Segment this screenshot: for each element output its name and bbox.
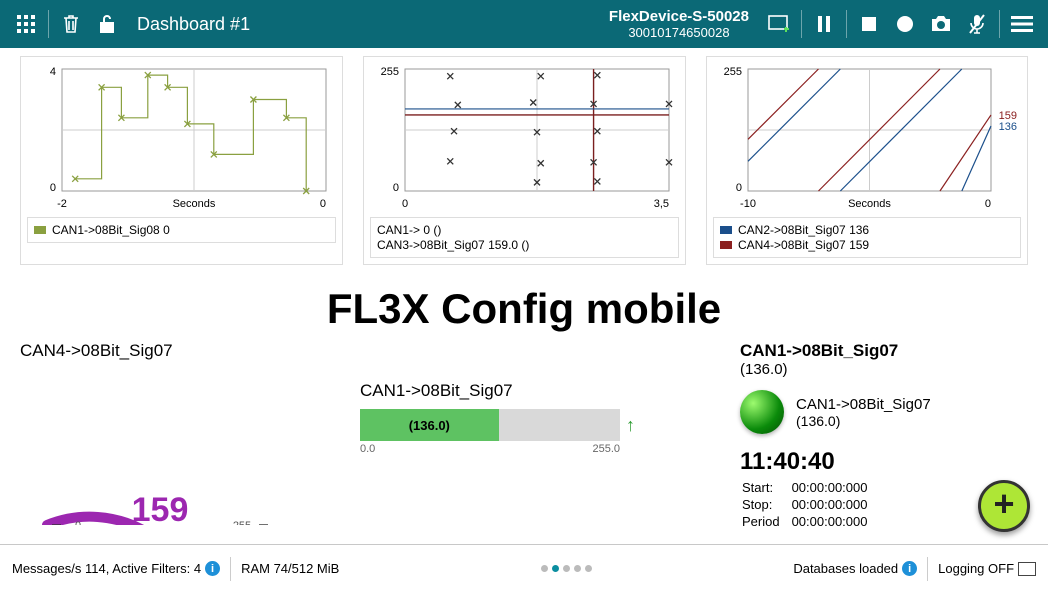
lock-open-icon[interactable]	[89, 6, 125, 42]
bar-fill: (136.0)	[360, 409, 499, 441]
status-ram: RAM 74/512 MiB	[241, 561, 339, 576]
svg-text:4: 4	[50, 66, 56, 78]
time-row-val: 00:00:00:000	[792, 514, 878, 529]
charts-row: 40-20Seconds CAN1->08Bit_Sig08 0 255003,…	[0, 48, 1048, 265]
svg-text:0: 0	[50, 182, 56, 194]
add-button[interactable]: +	[978, 480, 1030, 532]
pause-icon[interactable]	[806, 6, 842, 42]
info-icon[interactable]: i	[902, 561, 917, 576]
dashboard-title: Dashboard #1	[137, 14, 250, 35]
clock-time: 11:40:40	[740, 448, 1028, 476]
gauge-widget[interactable]: CAN4->08Bit_Sig07 0285785113142170198227…	[20, 341, 340, 531]
legend-text: CAN3->08Bit_Sig07 159.0 ()	[377, 238, 529, 252]
monitor-icon[interactable]	[1018, 562, 1036, 576]
svg-text:0: 0	[985, 198, 991, 210]
device-id: 30010174650028	[609, 25, 749, 40]
time-row-key: Start:	[742, 480, 790, 495]
bar-value: (136.0)	[409, 418, 450, 433]
legend-text: CAN1->08Bit_Sig08 0	[52, 223, 170, 237]
signal-value: (136.0)	[740, 361, 1028, 378]
time-row-val: 00:00:00:000	[792, 480, 878, 495]
main-area: 40-20Seconds CAN1->08Bit_Sig08 0 255003,…	[0, 48, 1048, 544]
svg-text:3,5: 3,5	[654, 198, 669, 210]
trash-icon[interactable]	[53, 6, 89, 42]
time-table: Start:00:00:00:000 Stop:00:00:00:000 Per…	[740, 478, 879, 531]
bar-widget[interactable]: CAN1->08Bit_Sig07 (136.0) ↑ 0.0 255.0	[360, 381, 720, 531]
status-logging: Logging OFF	[938, 561, 1014, 576]
time-row-key: Stop:	[742, 497, 790, 512]
svg-text:0: 0	[736, 182, 742, 194]
chart-lines[interactable]: 2550-100Seconds159136 CAN2->08Bit_Sig07 …	[706, 56, 1028, 265]
menu-icon[interactable]	[1004, 6, 1040, 42]
legend-text: CAN4->08Bit_Sig07 159	[738, 238, 869, 252]
status-db: Databases loaded	[793, 561, 898, 576]
time-row-key: Period	[742, 514, 790, 529]
top-bar: Dashboard #1 FlexDevice-S-50028 30010174…	[0, 0, 1048, 48]
chart-step[interactable]: 40-20Seconds CAN1->08Bit_Sig08 0	[20, 56, 343, 265]
stop-icon[interactable]	[851, 6, 887, 42]
bar-label: CAN1->08Bit_Sig07	[360, 381, 720, 401]
monitor-add-icon[interactable]	[761, 6, 797, 42]
svg-text:0: 0	[75, 520, 81, 525]
chart-lines-legend: CAN2->08Bit_Sig07 136 CAN4->08Bit_Sig07 …	[713, 217, 1021, 258]
arrow-up-icon: ↑	[626, 415, 635, 436]
page-dots[interactable]	[541, 565, 592, 572]
device-name: FlexDevice-S-50028	[609, 8, 749, 25]
signal-name: CAN1->08Bit_Sig07	[796, 396, 931, 413]
svg-text:255: 255	[724, 66, 742, 78]
bar-max: 255.0	[592, 443, 620, 455]
chart-step-legend: CAN1->08Bit_Sig08 0	[27, 217, 336, 243]
apps-icon[interactable]	[8, 6, 44, 42]
svg-text:0: 0	[402, 198, 408, 210]
page-title: FL3X Config mobile	[0, 285, 1048, 333]
status-bar: Messages/s 114, Active Filters: 4 i RAM …	[0, 544, 1048, 592]
status-orb-icon	[740, 390, 784, 434]
svg-text:Seconds: Seconds	[848, 198, 891, 210]
chart-scatter-legend: CAN1-> 0 () CAN3->08Bit_Sig07 159.0 ()	[370, 217, 679, 258]
bar-min: 0.0	[360, 443, 375, 455]
status-messages: Messages/s 114, Active Filters: 4	[12, 561, 201, 576]
camera-icon[interactable]	[923, 6, 959, 42]
svg-text:159: 159	[132, 491, 189, 525]
time-row-val: 00:00:00:000	[792, 497, 878, 512]
bar-track: (136.0)	[360, 409, 620, 441]
svg-text:0: 0	[320, 198, 326, 210]
signal-name: CAN1->08Bit_Sig07	[740, 341, 1028, 361]
legend-text: CAN2->08Bit_Sig07 136	[738, 223, 869, 237]
device-label[interactable]: FlexDevice-S-50028 30010174650028	[609, 8, 749, 40]
svg-text:255: 255	[233, 520, 251, 525]
svg-text:255: 255	[381, 66, 399, 78]
info-icon[interactable]: i	[205, 561, 220, 576]
widgets-row: CAN4->08Bit_Sig07 0285785113142170198227…	[0, 341, 1048, 531]
signal-value: (136.0)	[796, 413, 931, 429]
record-icon[interactable]	[887, 6, 923, 42]
chart-scatter[interactable]: 255 00 3,5 CAN1-> 0 () CAN3->08Bit_Sig07 1…	[363, 56, 686, 265]
gauge-label: CAN4->08Bit_Sig07	[20, 341, 340, 361]
svg-text:-2: -2	[57, 198, 67, 210]
mic-off-icon[interactable]	[959, 6, 995, 42]
svg-text:0: 0	[393, 182, 399, 194]
plus-icon: +	[993, 486, 1014, 522]
svg-text:Seconds: Seconds	[173, 198, 216, 210]
legend-text: CAN1-> 0 ()	[377, 223, 441, 237]
svg-text:-10: -10	[740, 198, 756, 210]
svg-text:136: 136	[999, 121, 1017, 133]
